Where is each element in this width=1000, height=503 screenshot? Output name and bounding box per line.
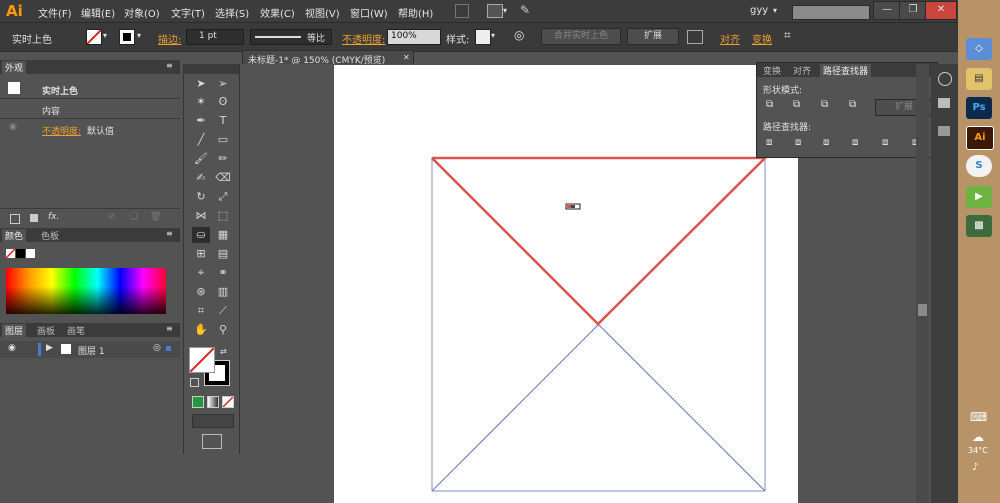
outline-icon[interactable]: ⧈ <box>882 137 888 148</box>
photo-viewer-icon[interactable]: ▩ <box>966 215 992 237</box>
vertical-scrollbar[interactable] <box>916 64 929 503</box>
exclude-icon[interactable]: ⧉ <box>849 99 856 110</box>
keyboard-icon[interactable]: ⌨ <box>970 410 987 424</box>
pathfinder-panel: 变换 对齐 路径查找器 ≡ 形状模式: ⧉ ⧉ ⧉ ⧉ 扩展 路径查找器: ⧈ … <box>756 62 938 158</box>
intersect-icon[interactable]: ⧉ <box>821 99 828 110</box>
video-player-icon[interactable]: ▶ <box>966 186 992 208</box>
right-icon-dock <box>931 64 958 503</box>
merge-icon[interactable]: ⧈ <box>823 137 829 148</box>
gradient-icon[interactable] <box>938 126 950 136</box>
pathfinder-tabbar: 变换 对齐 路径查找器 ≡ <box>757 63 937 77</box>
live-paint-highlight[interactable] <box>431 156 769 326</box>
browser-icon[interactable]: S <box>966 155 992 177</box>
tab-pathfinder[interactable]: 路径查找器 <box>820 64 872 77</box>
unite-icon[interactable]: ⧉ <box>766 99 773 110</box>
swatches-icon[interactable] <box>938 98 950 108</box>
weather-temperature: 34°C <box>968 446 988 455</box>
folder-icon[interactable]: ▤ <box>966 68 992 90</box>
network-icon[interactable]: ◇ <box>966 38 992 60</box>
scroll-thumb[interactable] <box>918 304 927 316</box>
crop-icon[interactable]: ⧈ <box>852 137 858 148</box>
pathfinders-label: 路径查找器: <box>763 123 812 133</box>
tab-align[interactable]: 对齐 <box>790 64 814 77</box>
weather-cloud-icon[interactable]: ☁ <box>972 430 984 444</box>
live-paint-bucket-cursor-icon <box>565 203 581 210</box>
close-button[interactable]: ✕ <box>925 1 957 20</box>
tab-transform[interactable]: 变换 <box>760 64 784 77</box>
photoshop-icon[interactable]: Ps <box>966 97 992 119</box>
color-guide-icon[interactable] <box>938 72 952 86</box>
shape-modes-label: 形状模式: <box>763 86 803 96</box>
trim-icon[interactable]: ⧈ <box>795 137 801 148</box>
minus-front-icon[interactable]: ⧉ <box>793 99 800 110</box>
divide-icon[interactable]: ⧈ <box>766 137 772 148</box>
illustrator-icon[interactable]: Ai <box>966 126 994 150</box>
speaker-icon[interactable]: ♪ <box>972 462 978 473</box>
